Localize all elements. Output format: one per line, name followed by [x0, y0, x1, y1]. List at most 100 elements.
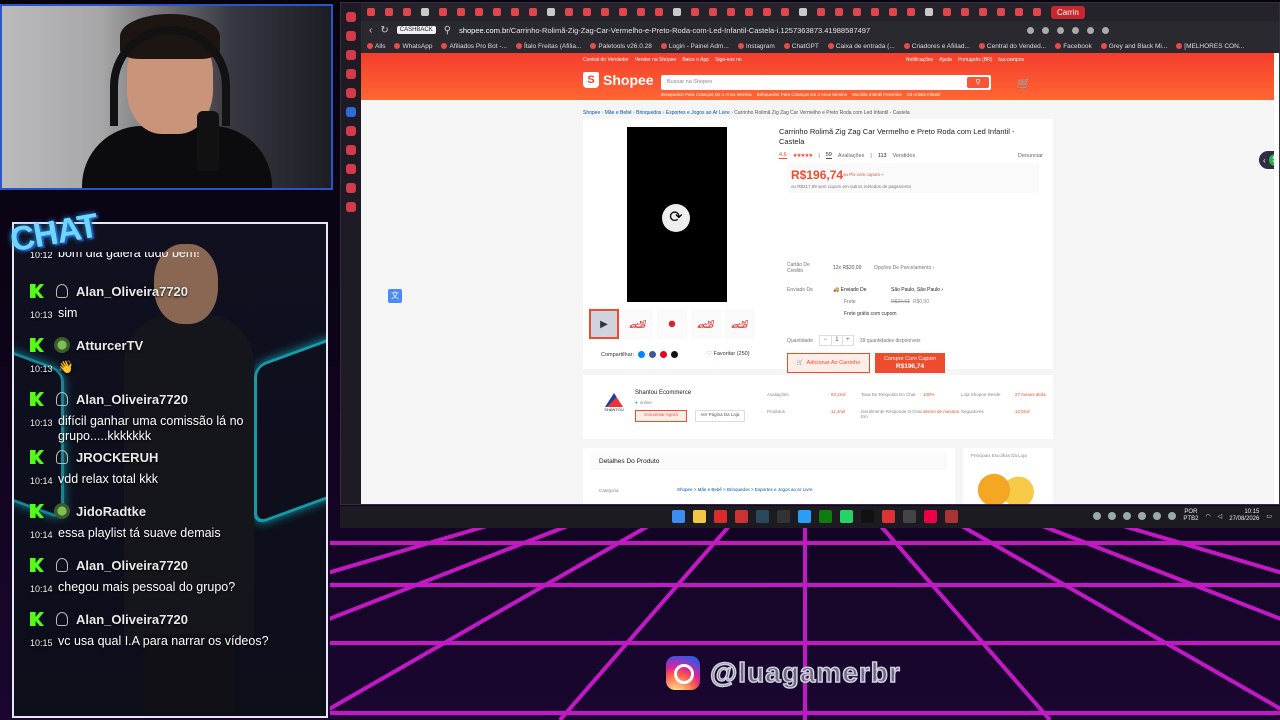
bookmark-item[interactable]: Alls	[367, 43, 385, 50]
bookmark-item[interactable]: ChatGPT	[783, 43, 819, 50]
tray-icon[interactable]	[1168, 512, 1177, 520]
site-info-icon[interactable]: ⚲	[444, 25, 451, 36]
chat-username[interactable]: Alan_Oliveira7720	[76, 284, 188, 299]
messenger-icon[interactable]	[638, 351, 646, 358]
bookmark-item[interactable]: Caixa de entrada (...	[827, 43, 895, 50]
search-suggestion[interactable]: Kit Artista Infantil	[907, 92, 941, 97]
obs-icon[interactable]	[861, 510, 874, 523]
language-indicator[interactable]: POR PTB2	[1183, 509, 1198, 523]
browser-tab-icon[interactable]	[655, 8, 663, 16]
browser-tab-icon[interactable]	[997, 8, 1005, 16]
browser-tab-icon[interactable]	[727, 8, 735, 16]
sidebar-app-icon[interactable]	[346, 31, 356, 41]
clock[interactable]: 10:15 27/08/2026	[1229, 509, 1259, 523]
browser-tab-icon[interactable]	[367, 8, 375, 16]
browser-tab-icon[interactable]	[709, 8, 717, 16]
browser-tab-icon[interactable]	[403, 8, 411, 16]
bookmark-item[interactable]: [MELHORES CON...	[1176, 43, 1244, 50]
extension-icon[interactable]	[1027, 26, 1035, 34]
chat-username[interactable]: Alan_Oliveira7720	[76, 558, 188, 573]
tray-icon[interactable]	[1123, 512, 1132, 520]
search-suggestion[interactable]: Mochila Infantil Feminina	[852, 92, 902, 97]
sidebar-app-icon[interactable]	[346, 12, 356, 22]
shipping-city[interactable]: São Paulo, São Paulo ›	[891, 287, 943, 293]
browser-tab-icon[interactable]	[745, 8, 753, 16]
reviews-count[interactable]: 59	[825, 152, 832, 159]
steam-icon[interactable]	[756, 510, 769, 523]
header-account-link[interactable]: Português (BR)	[958, 57, 992, 63]
shopee-logo[interactable]: S Shopee	[583, 72, 654, 88]
search-suggestion[interactable]: Brinquedos Para Crianças De 3 Anos Menin…	[757, 92, 848, 97]
installments-link[interactable]: Opções De Parcelamento ›	[874, 265, 934, 271]
file-explorer-icon[interactable]	[693, 510, 706, 523]
browser-tab-icon[interactable]	[925, 8, 933, 16]
browser-tab-icon[interactable]	[493, 8, 501, 16]
browser-icon[interactable]	[882, 510, 895, 523]
capcut-icon[interactable]	[903, 510, 916, 523]
bookmark-item[interactable]: Central do Vended...	[978, 43, 1046, 50]
browser-tab-icon[interactable]	[943, 8, 951, 16]
bookmark-item[interactable]: Facebook	[1055, 43, 1092, 50]
browser-tab-icon[interactable]	[907, 8, 915, 16]
header-account-link[interactable]: lua.campos	[998, 57, 1024, 63]
browser-tab-icon[interactable]	[961, 8, 969, 16]
browser-tab-icon[interactable]	[475, 8, 483, 16]
thumbnail-image[interactable]: 🏎	[725, 309, 755, 339]
report-link[interactable]: Denunciar	[1018, 153, 1043, 159]
plus-icon[interactable]: +	[841, 336, 853, 345]
tray-icon[interactable]	[1108, 512, 1117, 520]
browser-tab-icon[interactable]	[853, 8, 861, 16]
browser-tab-icon[interactable]	[691, 8, 699, 16]
browser-tab-icon[interactable]	[385, 8, 393, 16]
browser-tab-icon[interactable]	[673, 8, 681, 16]
bookmark-item[interactable]: Paletools v26.0.28	[590, 43, 652, 50]
header-link[interactable]: Vender na Shopee	[635, 57, 676, 63]
wifi-icon[interactable]: ◠	[1205, 513, 1210, 520]
back-icon[interactable]: ‹	[369, 25, 372, 36]
app-icon[interactable]	[945, 510, 958, 523]
header-account-link[interactable]: Ajuda	[939, 57, 952, 63]
browser-tab-icon[interactable]	[583, 8, 591, 16]
windows-start-icon[interactable]	[672, 510, 685, 523]
browser-tab-icon[interactable]	[457, 8, 465, 16]
toy-thumbnail[interactable]	[973, 470, 1043, 504]
terminal-icon[interactable]	[777, 510, 790, 523]
category-path[interactable]: Shopee > Mãe e Bebê > Brinquedos > Espor…	[677, 487, 812, 492]
breadcrumb-link[interactable]: Brinquedos	[636, 110, 661, 116]
sidebar-app-icon[interactable]	[346, 88, 356, 98]
thumbnail-image[interactable]: 🏎	[691, 309, 721, 339]
sidebar-app-icon[interactable]	[346, 164, 356, 174]
url-field[interactable]: shopee.com.br/Carrinho-Rolimã-Zig-Zag-Ca…	[459, 26, 1019, 35]
sidebar-app-icon[interactable]	[346, 202, 356, 212]
breadcrumb-link[interactable]: Mãe e Bebê	[605, 110, 632, 116]
browser-tab-icon[interactable]	[889, 8, 897, 16]
minus-icon[interactable]: −	[820, 336, 831, 345]
tray-icon[interactable]	[1138, 512, 1147, 520]
bookmark-item[interactable]: Instagram	[737, 43, 775, 50]
sidebar-app-icon[interactable]	[346, 126, 356, 136]
browser-tab-icon[interactable]	[1033, 8, 1041, 16]
breadcrumb-link[interactable]: Shopee	[583, 110, 600, 116]
chat-now-button[interactable]: Conversar Agora	[635, 410, 687, 422]
quantity-stepper[interactable]: − 1 +	[818, 335, 854, 346]
browser-tab-icon[interactable]	[835, 8, 843, 16]
bookmark-item[interactable]: Ítalo Freitas (Afilia...	[515, 43, 581, 50]
tray-icon[interactable]	[1093, 512, 1102, 520]
tray-icon[interactable]	[1153, 512, 1162, 520]
media-app-icon[interactable]	[735, 510, 748, 523]
sidebar-app-icon[interactable]	[346, 145, 356, 155]
facebook-icon[interactable]	[649, 351, 657, 358]
translate-icon[interactable]: 文	[388, 289, 402, 303]
sidebar-app-icon[interactable]	[346, 69, 356, 79]
browser-tab-icon[interactable]	[817, 8, 825, 16]
reload-icon[interactable]: ↻	[380, 25, 388, 36]
thumbnail-video[interactable]: ▶	[589, 309, 619, 339]
cart-icon[interactable]: 🛒	[1017, 77, 1031, 90]
bookmark-item[interactable]: Grey and Black Mi...	[1100, 43, 1167, 50]
browser-tab-icon[interactable]	[565, 8, 573, 16]
bookmark-item[interactable]: Login - Painel Adm...	[660, 43, 729, 50]
cashback-floating-badge[interactable]: ‹ $	[1259, 151, 1274, 169]
acrobat-icon[interactable]	[714, 510, 727, 523]
extension-icon[interactable]	[1072, 26, 1080, 34]
favorite-button[interactable]: ♡ Favoritar (250)	[707, 351, 750, 357]
